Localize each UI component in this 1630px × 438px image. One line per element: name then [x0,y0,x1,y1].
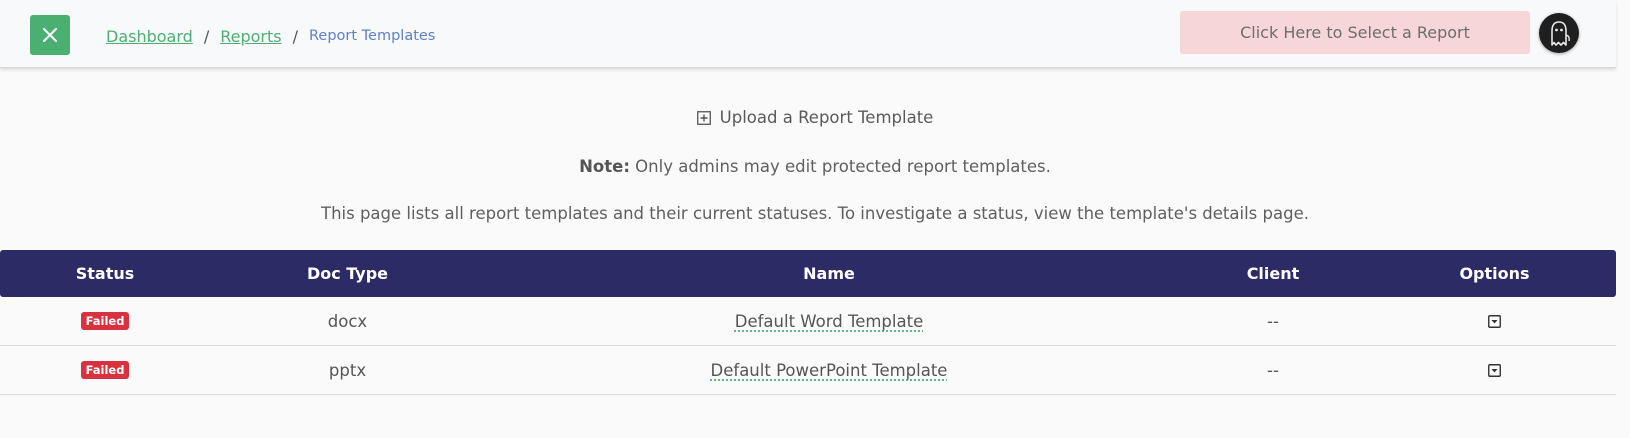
template-name-link[interactable]: Default PowerPoint Template [711,361,948,380]
status-badge: Failed [80,312,130,330]
name-cell: Default Word Template [485,297,1173,345]
options-cell [1373,346,1616,394]
breadcrumb-separator: / [292,26,298,46]
status-badge: Failed [80,361,130,379]
templates-table: Status Doc Type Name Client Options Fail… [0,250,1616,395]
breadcrumb-reports-link[interactable]: Reports [220,27,281,46]
column-header-status[interactable]: Status [0,250,210,297]
breadcrumb-separator: / [203,26,210,46]
upload-template-link[interactable]: Upload a Report Template [696,108,934,127]
template-name-link[interactable]: Default Word Template [735,312,923,331]
ghost-avatar-icon [1551,21,1570,46]
column-header-name[interactable]: Name [485,250,1173,297]
upload-template-row: Upload a Report Template [0,108,1630,127]
status-cell: Failed [0,346,210,394]
options-cell [1373,297,1616,345]
status-cell: Failed [0,297,210,345]
avatar[interactable] [1539,13,1579,53]
client-cell: -- [1267,360,1279,380]
client-cell: -- [1267,311,1279,331]
note-label: Note: [579,157,630,176]
dropdown-menu-icon[interactable] [1488,314,1501,328]
name-cell: Default PowerPoint Template [485,346,1173,394]
breadcrumb-current-page: Report Templates [308,28,436,44]
table-row: Failed docx Default Word Template -- [0,297,1616,346]
doc-type-cell: docx [327,311,368,331]
select-report-button[interactable]: Click Here to Select a Report [1180,11,1530,54]
column-header-options: Options [1459,264,1530,283]
breadcrumb-dashboard-link[interactable]: Dashboard [106,27,193,46]
page-description: This page lists all report templates and… [321,204,1309,223]
note-text: Only admins may edit protected report te… [629,157,1051,176]
upload-template-label: Upload a Report Template [719,108,934,127]
table-row: Failed pptx Default PowerPoint Template … [0,346,1616,395]
table-header: Status Doc Type Name Client Options [0,250,1616,297]
doc-type-cell: pptx [328,360,367,380]
plus-square-icon [696,110,711,125]
close-icon [43,28,57,42]
column-header-doc-type[interactable]: Doc Type [210,250,485,297]
admin-note: Note: Only admins may edit protected rep… [0,157,1630,176]
breadcrumb: Dashboard / Reports / Report Templates [106,24,435,48]
column-header-client[interactable]: Client [1173,250,1373,297]
sidebar-toggle-button[interactable] [30,15,70,55]
dropdown-menu-icon[interactable] [1488,363,1501,377]
top-navbar: Dashboard / Reports / Report Templates C… [0,2,1616,68]
